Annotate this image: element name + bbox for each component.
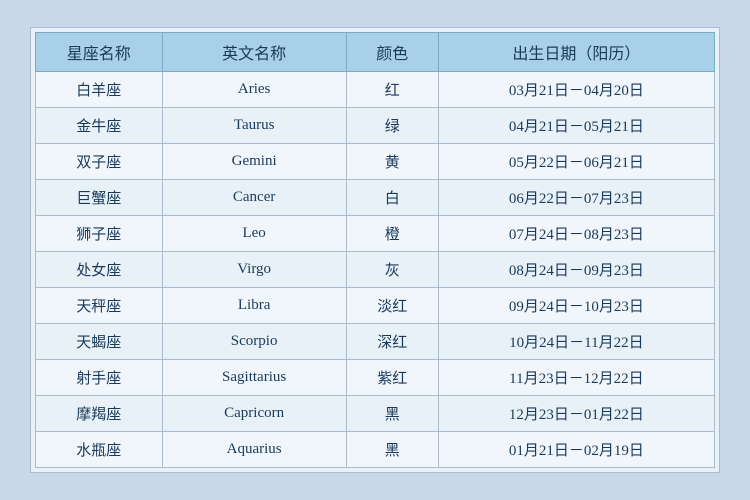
cell-color: 黄	[346, 144, 438, 180]
cell-en-name: Libra	[162, 288, 346, 324]
cell-en-name: Gemini	[162, 144, 346, 180]
header-en-name: 英文名称	[162, 33, 346, 72]
cell-en-name: Virgo	[162, 252, 346, 288]
cell-en-name: Aquarius	[162, 432, 346, 468]
cell-date: 01月21日－02月19日	[438, 432, 714, 468]
table-row: 处女座Virgo灰08月24日－09月23日	[36, 252, 715, 288]
cell-date: 11月23日－12月22日	[438, 360, 714, 396]
table-row: 白羊座Aries红03月21日－04月20日	[36, 72, 715, 108]
cell-cn-name: 金牛座	[36, 108, 163, 144]
cell-cn-name: 摩羯座	[36, 396, 163, 432]
cell-color: 黑	[346, 396, 438, 432]
cell-color: 绿	[346, 108, 438, 144]
cell-cn-name: 射手座	[36, 360, 163, 396]
table-row: 金牛座Taurus绿04月21日－05月21日	[36, 108, 715, 144]
cell-color: 紫红	[346, 360, 438, 396]
cell-color: 黑	[346, 432, 438, 468]
table-row: 天蝎座Scorpio深红10月24日－11月22日	[36, 324, 715, 360]
cell-cn-name: 双子座	[36, 144, 163, 180]
cell-cn-name: 白羊座	[36, 72, 163, 108]
cell-color: 灰	[346, 252, 438, 288]
cell-en-name: Scorpio	[162, 324, 346, 360]
cell-cn-name: 处女座	[36, 252, 163, 288]
table-row: 摩羯座Capricorn黑12月23日－01月22日	[36, 396, 715, 432]
cell-date: 12月23日－01月22日	[438, 396, 714, 432]
cell-en-name: Cancer	[162, 180, 346, 216]
header-color: 颜色	[346, 33, 438, 72]
cell-date: 05月22日－06月21日	[438, 144, 714, 180]
header-cn-name: 星座名称	[36, 33, 163, 72]
cell-date: 06月22日－07月23日	[438, 180, 714, 216]
cell-date: 09月24日－10月23日	[438, 288, 714, 324]
cell-cn-name: 天秤座	[36, 288, 163, 324]
cell-cn-name: 水瓶座	[36, 432, 163, 468]
cell-en-name: Aries	[162, 72, 346, 108]
cell-date: 08月24日－09月23日	[438, 252, 714, 288]
cell-cn-name: 巨蟹座	[36, 180, 163, 216]
cell-date: 04月21日－05月21日	[438, 108, 714, 144]
cell-date: 10月24日－11月22日	[438, 324, 714, 360]
table-row: 天秤座Libra淡红09月24日－10月23日	[36, 288, 715, 324]
cell-en-name: Capricorn	[162, 396, 346, 432]
cell-date: 07月24日－08月23日	[438, 216, 714, 252]
cell-color: 橙	[346, 216, 438, 252]
cell-cn-name: 天蝎座	[36, 324, 163, 360]
cell-en-name: Sagittarius	[162, 360, 346, 396]
cell-cn-name: 狮子座	[36, 216, 163, 252]
cell-en-name: Leo	[162, 216, 346, 252]
cell-date: 03月21日－04月20日	[438, 72, 714, 108]
table-row: 水瓶座Aquarius黑01月21日－02月19日	[36, 432, 715, 468]
table-header-row: 星座名称 英文名称 颜色 出生日期（阳历）	[36, 33, 715, 72]
cell-en-name: Taurus	[162, 108, 346, 144]
table-row: 射手座Sagittarius紫红11月23日－12月22日	[36, 360, 715, 396]
table-row: 巨蟹座Cancer白06月22日－07月23日	[36, 180, 715, 216]
table-row: 狮子座Leo橙07月24日－08月23日	[36, 216, 715, 252]
zodiac-table-container: 星座名称 英文名称 颜色 出生日期（阳历） 白羊座Aries红03月21日－04…	[30, 27, 720, 473]
cell-color: 红	[346, 72, 438, 108]
cell-color: 淡红	[346, 288, 438, 324]
cell-color: 深红	[346, 324, 438, 360]
cell-color: 白	[346, 180, 438, 216]
table-body: 白羊座Aries红03月21日－04月20日金牛座Taurus绿04月21日－0…	[36, 72, 715, 468]
zodiac-table: 星座名称 英文名称 颜色 出生日期（阳历） 白羊座Aries红03月21日－04…	[35, 32, 715, 468]
table-row: 双子座Gemini黄05月22日－06月21日	[36, 144, 715, 180]
header-birth-date: 出生日期（阳历）	[438, 33, 714, 72]
